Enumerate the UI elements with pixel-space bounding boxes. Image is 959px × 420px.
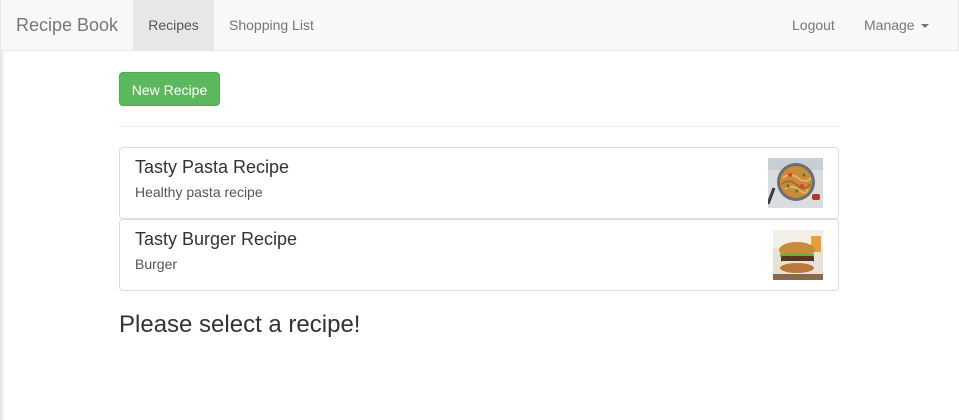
caret-down-icon <box>920 24 929 29</box>
pasta-image <box>768 158 823 208</box>
burger-image <box>773 230 823 280</box>
recipe-description: Healthy pasta recipe <box>135 184 263 200</box>
new-recipe-button[interactable]: New Recipe <box>119 72 220 106</box>
manage-dropdown[interactable]: Manage <box>864 0 929 50</box>
recipe-name: Tasty Pasta Recipe <box>135 157 290 177</box>
brand-link[interactable]: Recipe Book <box>16 15 118 35</box>
select-recipe-message: Please select a recipe! <box>119 311 361 338</box>
recipe-list-item[interactable]: Tasty Pasta Recipe Healthy pasta recipe <box>119 147 839 219</box>
manage-label: Manage <box>864 17 915 33</box>
recipe-description: Burger <box>135 256 178 272</box>
recipe-list-item[interactable]: Tasty Burger Recipe Burger <box>119 219 839 291</box>
nav-shopping-list-link[interactable]: Shopping List <box>229 0 314 50</box>
horizontal-divider <box>119 126 839 127</box>
nav-logout-link[interactable]: Logout <box>792 0 835 50</box>
top-navbar: Recipe Book Recipes Shopping List Logout… <box>0 0 959 51</box>
recipe-name: Tasty Burger Recipe <box>135 229 298 249</box>
window-edge-shadow <box>0 0 5 420</box>
nav-recipes-link[interactable]: Recipes <box>133 0 214 50</box>
recipe-book-page: Recipe Book Recipes Shopping List Logout… <box>0 0 959 420</box>
